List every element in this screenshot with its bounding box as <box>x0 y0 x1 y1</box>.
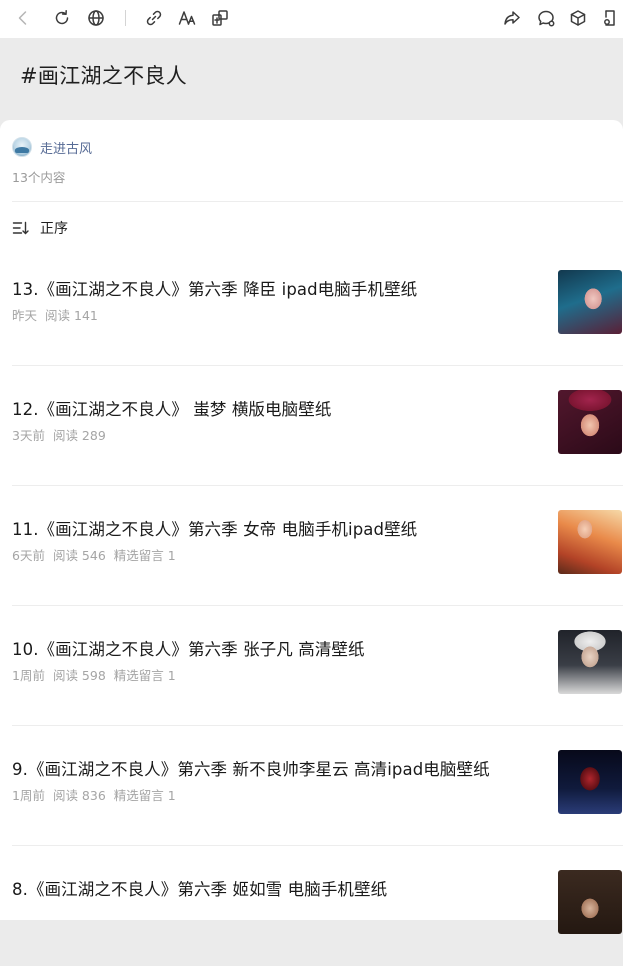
translate-icon[interactable] <box>209 7 231 29</box>
article-meta: 1周前 阅读 836 精选留言 1 <box>12 785 176 804</box>
comment-icon[interactable] <box>535 7 557 29</box>
article-reads: 阅读 141 <box>45 308 98 323</box>
back-icon[interactable] <box>12 7 34 29</box>
sort-icon <box>12 221 29 235</box>
article-meta: 3天前 阅读 289 <box>12 425 114 444</box>
article-reads: 阅读 546 <box>52 548 106 563</box>
article-title[interactable]: 10.《画江湖之不良人》第六季 张子凡 高清壁纸 <box>12 636 542 660</box>
article-thumbnail[interactable] <box>558 390 622 454</box>
page-title: #画江湖之不良人 <box>20 64 187 88</box>
article-comments: 精选留言 1 <box>113 548 176 563</box>
author-name[interactable]: 走进古风 <box>40 138 92 157</box>
article-item[interactable]: 11.《画江湖之不良人》第六季 女帝 电脑手机ipad壁纸 6天前 阅读 546… <box>0 486 623 606</box>
font-size-icon[interactable] <box>176 7 198 29</box>
article-reads: 阅读 836 <box>52 788 106 803</box>
article-meta: 昨天 阅读 141 <box>12 305 106 324</box>
divider <box>12 201 623 202</box>
article-title[interactable]: 8.《画江湖之不良人》第六季 姬如雪 电脑手机壁纸 <box>12 876 542 900</box>
topic-header: #画江湖之不良人 <box>0 38 623 120</box>
sort-toggle[interactable]: 正序 <box>12 218 68 238</box>
article-thumbnail[interactable] <box>558 630 622 694</box>
article-time: 3天前 <box>12 428 45 443</box>
article-thumbnail[interactable] <box>558 510 622 574</box>
article-comments: 精选留言 1 <box>113 668 176 683</box>
sort-label[interactable]: 正序 <box>40 218 68 238</box>
article-thumbnail[interactable] <box>558 870 622 934</box>
article-item[interactable]: 10.《画江湖之不良人》第六季 张子凡 高清壁纸 1周前 阅读 598 精选留言… <box>0 606 623 726</box>
refresh-icon[interactable] <box>51 7 73 29</box>
article-item[interactable]: 9.《画江湖之不良人》第六季 新不良帅李星云 高清ipad电脑壁纸 1周前 阅读… <box>0 726 623 846</box>
article-thumbnail[interactable] <box>558 270 622 334</box>
share-icon[interactable] <box>501 7 523 29</box>
browser-toolbar <box>0 0 623 38</box>
toolbar-divider <box>125 10 126 26</box>
article-time: 6天前 <box>12 548 45 563</box>
article-time: 1周前 <box>12 668 45 683</box>
article-meta: 6天前 阅读 546 精选留言 1 <box>12 545 176 564</box>
link-icon[interactable] <box>143 7 165 29</box>
globe-icon[interactable] <box>85 7 107 29</box>
article-title[interactable]: 11.《画江湖之不良人》第六季 女帝 电脑手机ipad壁纸 <box>12 516 542 540</box>
article-comments: 精选留言 1 <box>113 788 176 803</box>
article-item[interactable]: 13.《画江湖之不良人》第六季 降臣 ipad电脑手机壁纸 昨天 阅读 141 <box>0 246 623 366</box>
article-thumbnail[interactable] <box>558 750 622 814</box>
article-title[interactable]: 12.《画江湖之不良人》 蚩梦 横版电脑壁纸 <box>12 396 542 420</box>
article-reads: 阅读 289 <box>52 428 106 443</box>
avatar[interactable] <box>12 137 32 157</box>
article-title[interactable]: 9.《画江湖之不良人》第六季 新不良帅李星云 高清ipad电脑壁纸 <box>12 756 542 780</box>
content-count: 13个内容 <box>12 170 66 185</box>
article-item[interactable]: 8.《画江湖之不良人》第六季 姬如雪 电脑手机壁纸 <box>0 846 623 966</box>
article-time: 1周前 <box>12 788 45 803</box>
cube-icon[interactable] <box>567 7 589 29</box>
bookmark-icon[interactable] <box>599 7 621 29</box>
author-row[interactable]: 走进古风 <box>12 137 92 157</box>
article-reads: 阅读 598 <box>52 668 106 683</box>
article-title[interactable]: 13.《画江湖之不良人》第六季 降臣 ipad电脑手机壁纸 <box>12 276 542 300</box>
article-time: 昨天 <box>12 308 38 323</box>
article-item[interactable]: 12.《画江湖之不良人》 蚩梦 横版电脑壁纸 3天前 阅读 289 <box>0 366 623 486</box>
topic-panel: 走进古风 13个内容 正序 13.《画江湖之不良人》第六季 降臣 ipad电脑手… <box>0 120 623 934</box>
article-meta: 1周前 阅读 598 精选留言 1 <box>12 665 176 684</box>
